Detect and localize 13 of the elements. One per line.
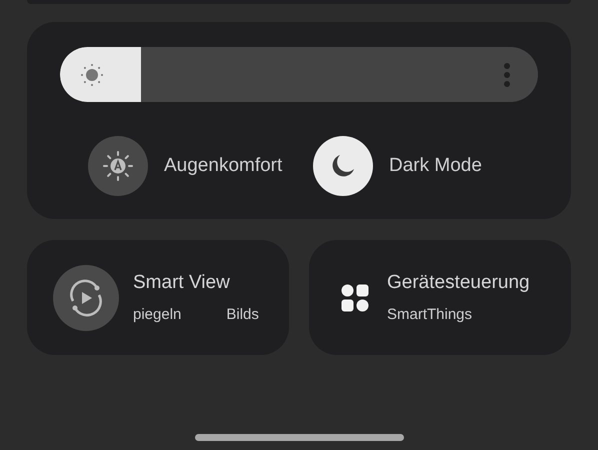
tile-card[interactable]: Smart View piegeln Bilds xyxy=(27,240,289,355)
eye-comfort-icon xyxy=(101,149,135,183)
toggle-label: Dark Mode xyxy=(389,154,482,178)
tile-subtitle: SmartThings xyxy=(387,305,472,325)
sun-icon xyxy=(80,62,104,86)
cast-play-icon xyxy=(67,278,105,316)
tile-title: Smart View xyxy=(133,270,231,294)
toggle-label: Augenkomfort xyxy=(164,154,282,178)
tile-subtitle: Bilds xyxy=(226,305,259,325)
tile-subtitle: piegeln xyxy=(133,305,182,325)
tile-title: Gerätesteuerung xyxy=(387,270,530,294)
apps-grid-icon xyxy=(341,284,369,312)
tile-card[interactable]: Gerätesteuerung SmartThings xyxy=(309,240,571,355)
